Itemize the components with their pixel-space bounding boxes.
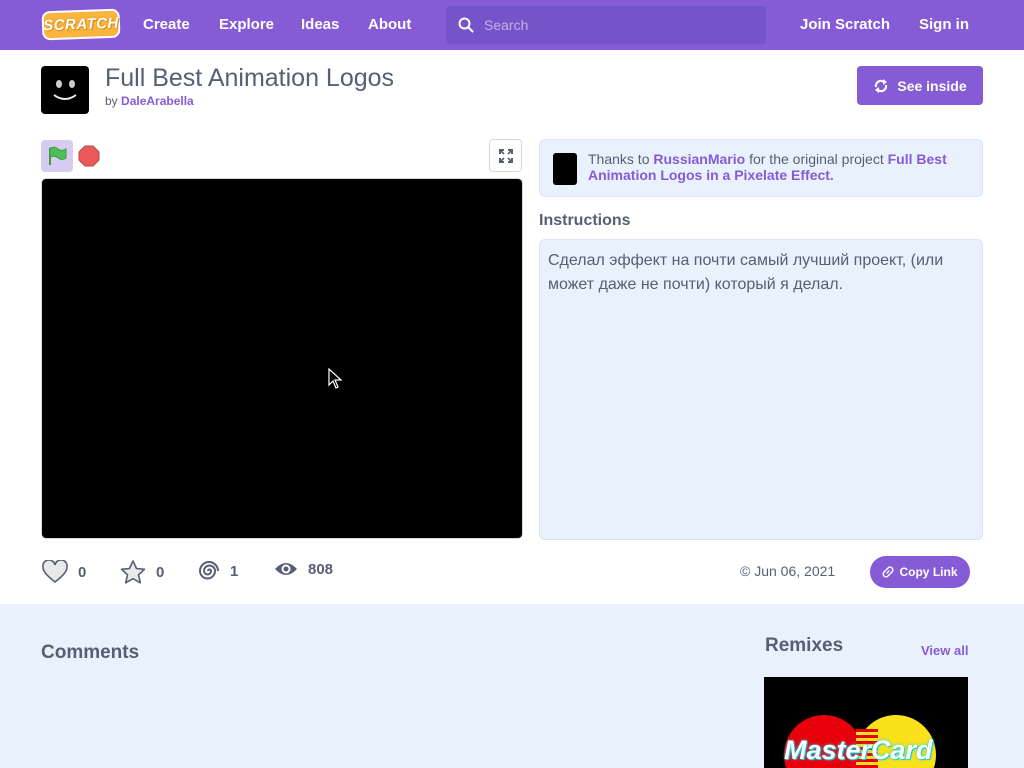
remix-middle-text: for the original project: [749, 151, 884, 167]
see-inside-label: See inside: [897, 77, 967, 94]
by-label: by: [105, 94, 118, 108]
mastercard-logo-text: MasterCard: [784, 735, 933, 765]
nav-about-link[interactable]: About: [368, 16, 411, 33]
remix-stat: 1: [198, 560, 238, 582]
remixes-heading: Remixes: [765, 635, 844, 656]
remix-spiral-icon: [198, 561, 219, 580]
remix-thanks-prefix: Thanks to: [588, 151, 650, 167]
remix-original-thumbnail[interactable]: [553, 153, 577, 185]
nav-ideas-link[interactable]: Ideas: [301, 16, 339, 33]
search-input[interactable]: [484, 17, 754, 33]
fullscreen-icon: [498, 148, 513, 163]
scratch-logo[interactable]: SCRATCH: [41, 8, 121, 41]
project-byline: by DaleArabella: [105, 94, 194, 108]
green-flag-button[interactable]: [41, 140, 73, 172]
instructions-text: Сделал эффект на почти самый лучший прое…: [539, 239, 983, 540]
green-flag-icon: [49, 146, 67, 165]
love-stat[interactable]: 0: [42, 560, 86, 584]
love-count: 0: [78, 563, 87, 581]
view-all-remixes-link[interactable]: View all: [921, 643, 968, 658]
eye-icon: [275, 563, 297, 575]
project-stage[interactable]: [41, 178, 523, 539]
fullscreen-button[interactable]: [489, 139, 522, 172]
mouse-cursor-icon: [328, 368, 342, 389]
remix-card-thumbnail[interactable]: MasterCard: [764, 677, 968, 768]
instructions-heading: Instructions: [539, 212, 631, 229]
project-thumbnail[interactable]: [41, 66, 89, 114]
date-text: Jun 06, 2021: [754, 563, 836, 579]
view-stat: 808: [274, 560, 333, 578]
remix-original-author-link[interactable]: RussianMario: [653, 151, 745, 167]
star-icon: [120, 560, 146, 584]
view-count: 808: [308, 560, 334, 578]
comments-heading: Comments: [41, 642, 140, 663]
stop-sign-icon: [78, 145, 100, 167]
nav-explore-link[interactable]: Explore: [219, 16, 274, 33]
remix-credit-text: Thanks to RussianMario for the original …: [588, 151, 972, 183]
favorite-stat[interactable]: 0: [120, 560, 164, 584]
copyright-icon: ©: [740, 563, 751, 579]
author-link[interactable]: DaleArabella: [121, 94, 194, 108]
top-nav-bar: SCRATCH Create Explore Ideas About Join …: [0, 0, 1024, 50]
see-inside-button[interactable]: See inside: [857, 66, 983, 105]
heart-icon: [42, 560, 68, 584]
join-scratch-link[interactable]: Join Scratch: [800, 16, 890, 33]
sign-in-link[interactable]: Sign in: [919, 16, 969, 33]
search-icon: [458, 17, 474, 33]
copy-link-button[interactable]: Copy Link: [870, 556, 970, 588]
remix-count: 1: [230, 562, 239, 580]
project-title: Full Best Animation Logos: [105, 64, 395, 92]
copy-link-label: Copy Link: [899, 565, 958, 579]
remix-credit-notice: Thanks to RussianMario for the original …: [539, 139, 983, 197]
smiley-face-icon: [53, 80, 77, 100]
stop-button[interactable]: [78, 145, 100, 167]
remix-arrows-icon: [875, 78, 888, 93]
search-bar[interactable]: [446, 6, 766, 44]
favorite-count: 0: [156, 563, 165, 581]
share-date: © Jun 06, 2021: [740, 563, 835, 579]
link-icon: [882, 566, 895, 578]
nav-create-link[interactable]: Create: [143, 16, 190, 33]
